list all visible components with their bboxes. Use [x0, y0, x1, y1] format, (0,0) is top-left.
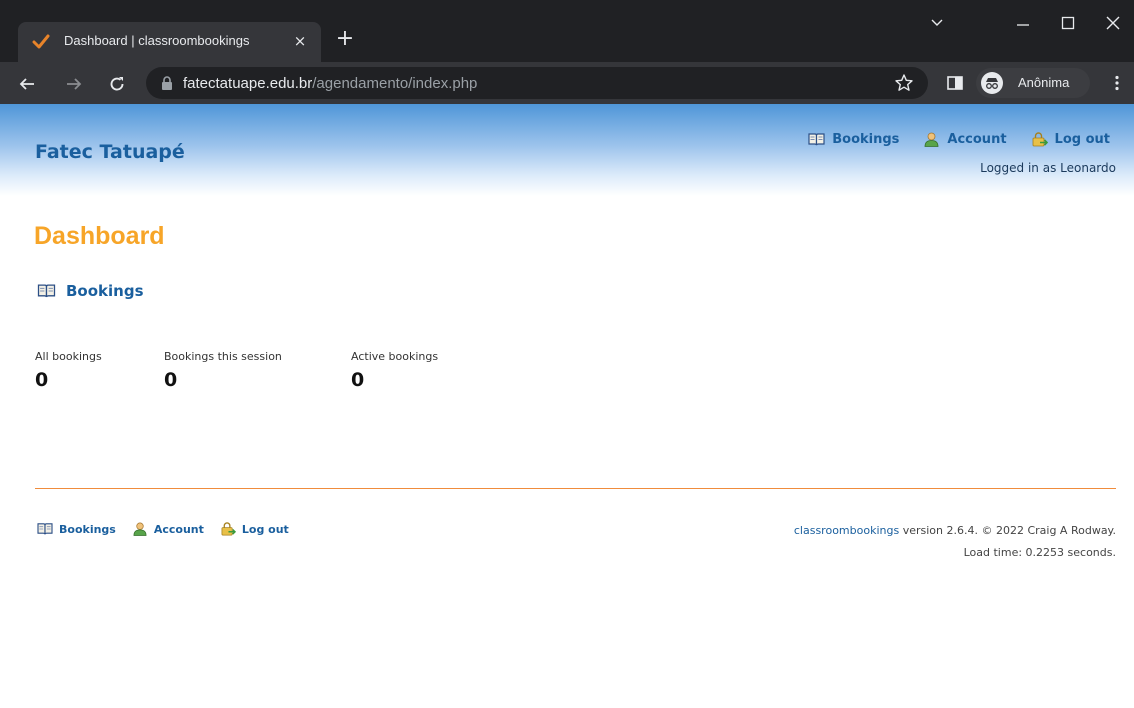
site-name[interactable]: Fatec Tatuapé — [35, 141, 185, 163]
page-title: Dashboard — [34, 222, 165, 250]
footer-account-label: Account — [153, 522, 204, 536]
footer-account-link[interactable]: Account — [132, 522, 204, 536]
load-time: Load time: 0.2253 seconds. — [963, 546, 1116, 559]
tab-title: Dashboard | classroombookings — [64, 33, 250, 48]
user-icon — [133, 522, 147, 536]
site-header: Fatec Tatuapé Bookings Account Log out L… — [0, 104, 1134, 196]
incognito-profile-button[interactable]: Anônima — [976, 68, 1090, 98]
logout-icon — [221, 522, 236, 536]
logged-in-status: Logged in as Leonardo — [980, 161, 1116, 175]
footer-credit: classroombookings version 2.6.4. © 2022 … — [794, 520, 1116, 564]
reload-icon[interactable] — [108, 75, 126, 93]
browser-tab-dashboard[interactable]: Dashboard | classroombookings × — [18, 22, 321, 62]
header-nav: Bookings Account Log out — [784, 130, 1110, 148]
lock-icon[interactable] — [160, 75, 174, 91]
footer-logout-link[interactable]: Log out — [220, 522, 289, 536]
address-bar[interactable]: fatectatuape.edu.br/agendamento/index.ph… — [146, 67, 928, 99]
bookings-section-label: Bookings — [66, 282, 144, 300]
bookmark-star-icon[interactable] — [894, 73, 914, 93]
kebab-menu-icon[interactable] — [1108, 74, 1126, 92]
side-panel-icon[interactable] — [946, 74, 964, 92]
logout-icon — [1032, 131, 1048, 146]
stat-all-bookings: All bookings 0 — [35, 350, 102, 391]
tab-search-icon[interactable] — [928, 14, 946, 32]
footer-nav: Bookings Account Log out — [37, 522, 305, 536]
tab-close-button[interactable]: × — [290, 31, 310, 51]
stat-value: 0 — [164, 369, 178, 391]
footer-logout-label: Log out — [241, 522, 289, 536]
stat-bookings-this-session: Bookings this session 0 — [164, 350, 282, 391]
url-host: fatectatuape.edu.br — [183, 75, 313, 92]
page-content: Fatec Tatuapé Bookings Account Log out L… — [0, 104, 1134, 708]
incognito-label: Anônima — [1018, 75, 1070, 90]
header-bookings-label: Bookings — [832, 131, 900, 147]
new-tab-button[interactable]: + — [333, 27, 357, 51]
book-icon — [37, 523, 53, 535]
bookings-section-link[interactable]: Bookings — [37, 282, 144, 300]
header-bookings-link[interactable]: Bookings — [808, 132, 899, 147]
stat-label: All bookings — [35, 350, 102, 363]
back-arrow-icon[interactable] — [18, 75, 36, 93]
stat-label: Active bookings — [351, 350, 439, 363]
footer-bookings-label: Bookings — [59, 522, 116, 536]
book-icon — [37, 284, 56, 298]
url-path: /agendamento/index.php — [312, 75, 478, 92]
browser-titlebar: Dashboard | classroombookings × + — [0, 0, 1134, 62]
checkmark-favicon-icon — [32, 34, 50, 49]
header-logout-label: Log out — [1054, 131, 1110, 147]
url-text: fatectatuape.edu.br/agendamento/index.ph… — [183, 75, 477, 92]
version-text: version 2.6.4. © 2022 Craig A Rodway. — [899, 524, 1116, 537]
classroombookings-link[interactable]: classroombookings — [794, 524, 899, 537]
header-account-label: Account — [947, 131, 1007, 147]
book-icon — [808, 132, 825, 145]
minimize-icon[interactable] — [1014, 14, 1032, 32]
incognito-icon — [981, 72, 1003, 94]
header-account-link[interactable]: Account — [923, 131, 1007, 147]
stat-active-bookings: Active bookings 0 — [351, 350, 438, 391]
maximize-icon[interactable] — [1059, 14, 1077, 32]
footer-divider — [35, 488, 1116, 489]
footer-bookings-link[interactable]: Bookings — [37, 522, 116, 536]
browser-toolbar: fatectatuape.edu.br/agendamento/index.ph… — [0, 62, 1134, 104]
stat-value: 0 — [351, 369, 365, 391]
footer-version-line: classroombookings version 2.6.4. © 2022 … — [794, 520, 1116, 542]
user-icon — [925, 132, 939, 147]
header-logout-link[interactable]: Log out — [1031, 132, 1110, 147]
close-window-icon[interactable] — [1104, 14, 1122, 32]
stat-value: 0 — [35, 369, 49, 391]
forward-arrow-icon[interactable] — [65, 75, 83, 93]
stat-label: Bookings this session — [164, 350, 282, 363]
